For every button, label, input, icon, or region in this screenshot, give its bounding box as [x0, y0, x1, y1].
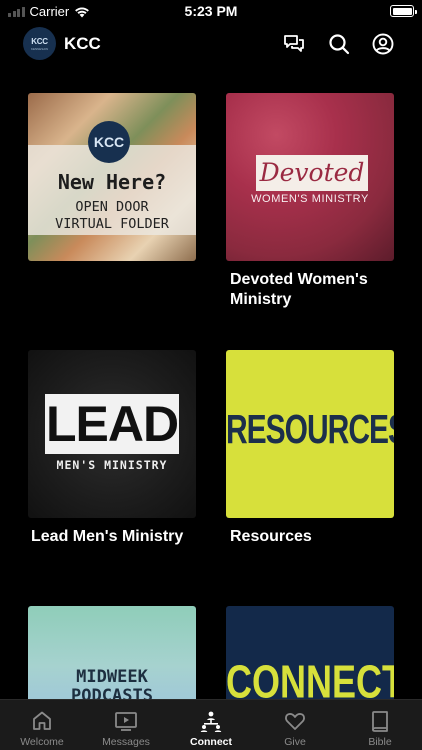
- tab-label: Welcome: [20, 736, 64, 748]
- tile-connect[interactable]: CONNECT: [226, 606, 394, 706]
- tile-art-title: RESOURCES: [226, 408, 394, 453]
- tile-new-here[interactable]: KCC New Here? OPEN DOOR VIRTUAL FOLDER: [28, 93, 196, 261]
- book-icon: [372, 711, 388, 732]
- tab-label: Connect: [190, 736, 232, 748]
- tile-art-title: LEAD: [45, 394, 179, 454]
- tile-art-subtitle: MEN'S MINISTRY: [56, 458, 168, 472]
- tile-art-subtitle: OPEN DOOR VIRTUAL FOLDER: [28, 199, 196, 233]
- logo-subtext: KENNESAW: [30, 46, 49, 51]
- search-icon[interactable]: [327, 32, 351, 56]
- tab-bar: Welcome Messages Connect Give Bible: [0, 699, 422, 750]
- tab-give[interactable]: Give: [253, 700, 337, 750]
- tab-welcome[interactable]: Welcome: [0, 700, 84, 750]
- tile-art-title: New Here?: [57, 170, 167, 194]
- tab-label: Give: [284, 736, 306, 748]
- status-time: 5:23 PM: [184, 3, 238, 19]
- tile-caption[interactable]: Devoted Women's Ministry: [230, 270, 400, 310]
- people-network-icon: [200, 711, 222, 732]
- tile-art-line: VIRTUAL FOLDER: [55, 216, 169, 232]
- tab-messages[interactable]: Messages: [84, 700, 168, 750]
- tab-connect[interactable]: Connect: [169, 700, 253, 750]
- tile-devoted[interactable]: Devoted WOMEN'S MINISTRY: [226, 93, 394, 261]
- tile-art-subtitle: WOMEN'S MINISTRY: [251, 193, 369, 205]
- app-header: KCC KENNESAW KCC: [0, 22, 422, 66]
- tile-caption[interactable]: Resources: [230, 527, 400, 547]
- tile-lead[interactable]: LEAD MEN'S MINISTRY: [28, 350, 196, 518]
- logo-text: KCC: [31, 36, 48, 46]
- tile-resources[interactable]: RESOURCES: [226, 350, 394, 518]
- kcc-logo: KCC: [88, 121, 130, 163]
- status-bar: Carrier 5:23 PM: [0, 0, 422, 22]
- tab-label: Bible: [368, 736, 392, 748]
- battery-icon: [390, 5, 417, 17]
- tile-caption[interactable]: Lead Men's Ministry: [31, 527, 201, 547]
- profile-icon[interactable]: [371, 32, 395, 56]
- church-logo[interactable]: KCC KENNESAW: [23, 27, 56, 60]
- tab-label: Messages: [102, 736, 150, 748]
- tile-art-line: OPEN DOOR: [75, 199, 149, 215]
- play-screen-icon: [115, 712, 137, 731]
- home-icon: [33, 711, 51, 730]
- tab-bible[interactable]: Bible: [338, 700, 422, 750]
- app-title: KCC: [64, 34, 101, 53]
- tile-midweek[interactable]: MIDWEEK PODCASTS: [28, 606, 196, 706]
- heart-icon: [285, 713, 305, 730]
- tile-art-title: Devoted: [259, 158, 365, 187]
- tile-art-line: MIDWEEK: [76, 667, 148, 687]
- chat-icon[interactable]: [282, 32, 306, 56]
